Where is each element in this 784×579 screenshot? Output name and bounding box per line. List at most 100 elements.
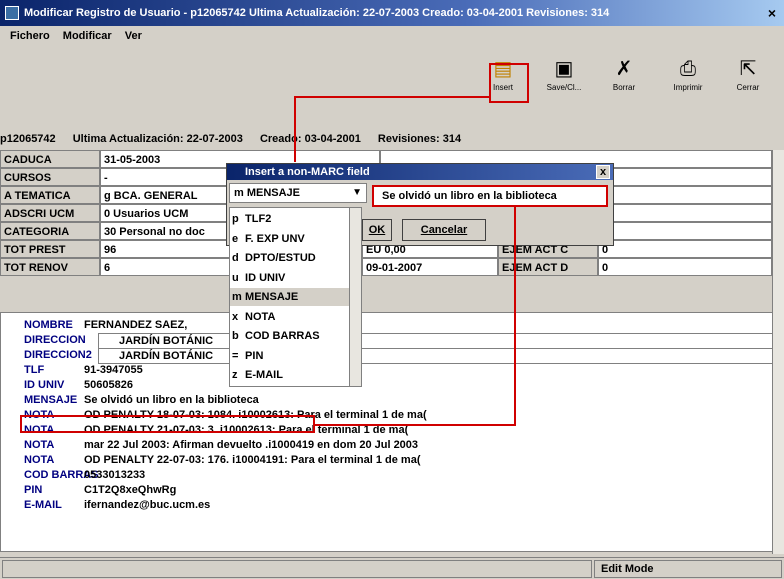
status-mode: Edit Mode: [594, 560, 782, 578]
field-value-ejemc[interactable]: 0: [598, 240, 772, 258]
record-row-value[interactable]: mar 22 Jul 2003: Afirman devuelto .i1000…: [84, 438, 418, 452]
record-row-value[interactable]: 0533013233: [84, 468, 145, 482]
status-bar: Edit Mode: [0, 557, 784, 579]
field-type-list[interactable]: p TLF2 e F. EXP UNV d DPTO/ESTUD u ID UNIV m…: [229, 207, 362, 387]
list-item-label: NOTA: [242, 310, 276, 323]
record-row-value[interactable]: JARDÍN BOTÁNIC: [98, 333, 774, 349]
record-row[interactable]: TLF 91-3947055: [24, 363, 724, 377]
list-item[interactable]: z E-MAIL: [230, 366, 350, 384]
record-row-label: TLF: [24, 364, 45, 376]
field-type-dropdown[interactable]: m MENSAJE ▼: [229, 183, 367, 203]
record-row[interactable]: NOTA OD PENALTY 22-07-03: 176. i10004191:…: [24, 453, 724, 467]
list-item-label: E-MAIL: [242, 369, 283, 381]
list-item[interactable]: x NOTA: [230, 308, 350, 326]
menu-modificar[interactable]: Modificar: [63, 30, 112, 42]
chevron-down-icon: ▼: [352, 187, 362, 198]
menu-ver[interactable]: Ver: [125, 30, 142, 42]
close-button[interactable]: ⇱ Cerrar: [722, 56, 774, 106]
list-item-label: TLF2: [242, 213, 272, 225]
record-row-value[interactable]: 91-3947055: [84, 363, 143, 377]
save-close-button[interactable]: ▣ Save/Cl...: [538, 56, 590, 106]
dropdown-selected: m MENSAJE: [234, 187, 301, 199]
field-label-totrenov: TOT RENOV: [0, 258, 100, 276]
delete-button[interactable]: ✗ Borrar: [598, 56, 650, 106]
record-row-value[interactable]: OD PENALTY 22-07-03: 176. i10004191: Par…: [84, 453, 420, 467]
status-message: [2, 560, 592, 578]
record-row[interactable]: COD BARRAS 0533013233: [24, 468, 724, 482]
highlight-mensaje-row: [20, 415, 315, 433]
record-row-label: ID UNIV: [24, 379, 65, 391]
field-label-totprest: TOT PREST: [0, 240, 100, 258]
delete-label: Borrar: [612, 83, 636, 92]
list-item[interactable]: d DPTO/ESTUD: [230, 249, 350, 267]
app-icon: [5, 6, 19, 20]
field-value-fecha[interactable]: 09-01-2007: [362, 258, 498, 276]
list-item[interactable]: u ID UNIV: [230, 269, 350, 287]
record-row-value[interactable]: ifernandez@buc.ucm.es: [84, 498, 210, 512]
list-item-key: d: [232, 252, 239, 264]
menu-fichero[interactable]: Fichero: [10, 30, 50, 42]
field-label-ejemd: EJEM ACT D: [498, 258, 598, 276]
field-label-adscri: ADSCRI UCM: [0, 204, 100, 222]
highlight-insert-button: [489, 63, 529, 103]
close-door-icon: ⇱: [739, 58, 757, 80]
delete-icon: ✗: [615, 58, 633, 80]
record-row-label: PIN: [24, 484, 43, 496]
record-created: Creado: 03-04-2001: [259, 133, 361, 145]
record-row[interactable]: DIRECCION JARDÍN BOTÁNIC: [24, 333, 774, 349]
record-row-value[interactable]: FERNANDEZ SAEZ,: [84, 318, 187, 332]
record-row[interactable]: E-MAIL ifernandez@buc.ucm.es: [24, 498, 724, 512]
save-label: Save/Cl...: [546, 83, 582, 92]
list-item-label: DPTO/ESTUD: [242, 252, 316, 264]
vertical-scrollbar[interactable]: [772, 150, 784, 554]
annotation-line: [294, 96, 490, 98]
field-value-ejemd[interactable]: 0: [598, 258, 772, 276]
cancel-button[interactable]: Cancelar: [402, 219, 486, 241]
record-id: p12065742: [0, 133, 56, 145]
annotation-line: [514, 207, 516, 426]
list-item[interactable]: b COD BARRAS: [230, 327, 350, 345]
list-item-label: F. EXP UNV: [242, 232, 305, 245]
list-item-key: u: [232, 271, 239, 284]
list-item-key: x: [232, 310, 239, 323]
record-row[interactable]: MENSAJE Se olvidó un libro en la bibliote…: [24, 393, 724, 407]
list-item[interactable]: = PIN: [230, 347, 350, 365]
list-item-label: ID UNIV: [242, 271, 286, 284]
record-row[interactable]: NOTA mar 22 Jul 2003: Afirman devuelto .i…: [24, 438, 724, 452]
annotation-line: [315, 424, 515, 426]
print-icon: ⎙: [680, 58, 696, 80]
record-row-label: NOTA: [24, 454, 55, 466]
record-row-label: NOTA: [24, 439, 55, 451]
list-item-key: z: [232, 369, 238, 381]
field-label-categoria: CATEGORIA: [0, 222, 100, 240]
record-row-value[interactable]: 50605826: [84, 378, 133, 392]
record-row-label: E-MAIL: [24, 499, 62, 511]
dialog-close-icon[interactable]: x: [596, 165, 610, 179]
field-value-input[interactable]: Se olvidó un libro en la biblioteca: [372, 185, 608, 207]
list-item[interactable]: p TLF2: [230, 210, 350, 228]
dialog-title: Insert a non-MARC field: [227, 164, 613, 180]
field-label-caduca: CADUCA: [0, 150, 100, 168]
window-title-bar: Modificar Registro de Usuario - p1206574…: [0, 0, 784, 26]
record-row-value[interactable]: C1T2Q8xeQhwRg: [84, 483, 176, 497]
list-item[interactable]: e F. EXP UNV: [230, 230, 350, 248]
toolbar: ▤ Insert ▣ Save/Cl... ✗ Borrar ⎙ Imprimi…: [0, 46, 784, 116]
record-row-value[interactable]: JARDÍN BOTÁNIC: [98, 348, 774, 364]
list-scrollbar[interactable]: [349, 208, 361, 386]
record-row[interactable]: ID UNIV 50605826: [24, 378, 724, 392]
record-info: p12065742 Ultima Actualización: 22-07-20…: [0, 130, 784, 148]
ok-button[interactable]: OK: [362, 219, 392, 241]
record-row-label: DIRECCION2: [24, 349, 92, 361]
field-label-atematica: A TEMATICA: [0, 186, 100, 204]
record-row[interactable]: PIN C1T2Q8xeQhwRg: [24, 483, 724, 497]
print-button[interactable]: ⎙ Imprimir: [662, 56, 714, 106]
record-row[interactable]: NOMBRE FERNANDEZ SAEZ,: [24, 318, 724, 332]
close-icon[interactable]: ×: [762, 3, 782, 23]
record-row-value[interactable]: Se olvidó un libro en la biblioteca: [84, 393, 259, 407]
record-row[interactable]: DIRECCION2 JARDÍN BOTÁNIC: [24, 348, 774, 364]
list-item-label: COD BARRAS: [242, 330, 320, 342]
record-row-label: MENSAJE: [24, 394, 78, 406]
list-item[interactable]: m MENSAJE: [230, 288, 350, 306]
list-item-key: b: [232, 330, 239, 342]
menu-bar: Fichero Modificar Ver: [0, 26, 784, 46]
